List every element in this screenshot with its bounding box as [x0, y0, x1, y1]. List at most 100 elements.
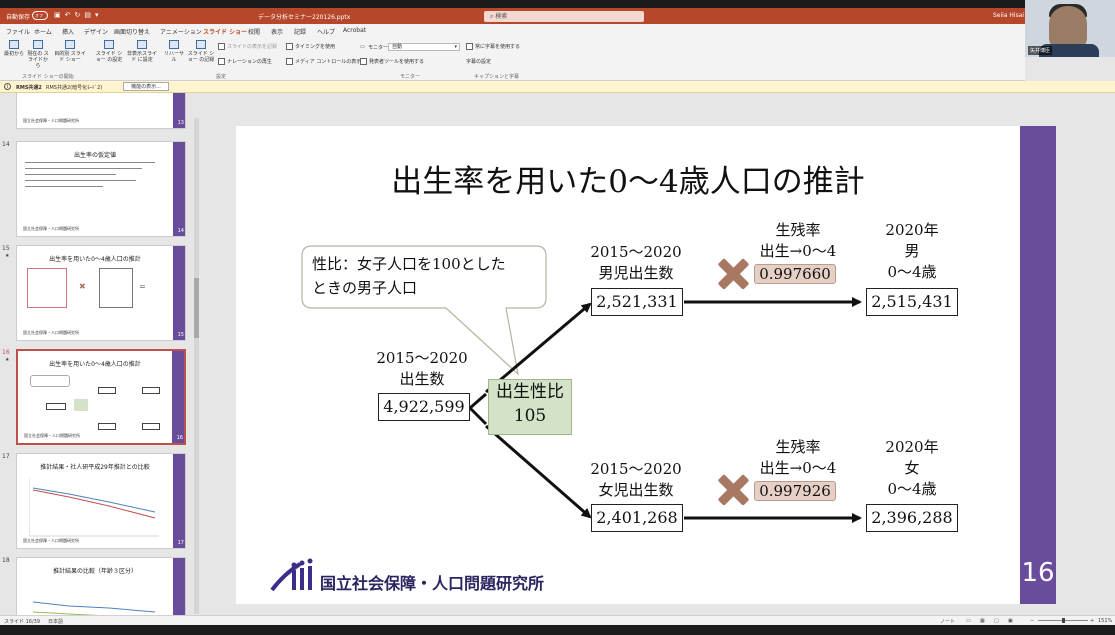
- always-subtitles-check[interactable]: 常に字幕を使用する: [466, 43, 520, 50]
- thumbnail-pane: 13 国立社会保障・人口問題研究所 14 14 出生率の仮定値 国立社会保障・人…: [0, 93, 200, 615]
- group-start-slideshow: スライド ショーの開始: [22, 74, 74, 80]
- female-result-label: 2020年 女 0〜4歳: [885, 438, 939, 498]
- title-bar: 自動保存 オフ ▣↶↻▤▾ データ分析セミナー220126.pptx ⌕ 検索 …: [0, 8, 1115, 24]
- male-births-box: 2,521,331: [591, 288, 683, 316]
- tab-acrobat[interactable]: Acrobat: [343, 27, 366, 34]
- slide-thumbnail-14[interactable]: 14 出生率の仮定値 国立社会保障・人口問題研究所: [16, 141, 186, 237]
- document-title: データ分析セミナー220126.pptx: [258, 14, 351, 21]
- monitor-icon: ▭: [360, 44, 365, 50]
- info-icon: i: [4, 83, 11, 90]
- presenter-view-check[interactable]: 発表者ツールを使用する: [360, 58, 424, 65]
- info-title: RMS共通2: [16, 85, 42, 91]
- record-icon: [196, 40, 206, 49]
- tab-help[interactable]: ヘルプ: [317, 27, 335, 36]
- record-display-check[interactable]: スライドの表示を記録: [218, 43, 277, 50]
- female-survival-rate: 0.997926: [754, 481, 836, 501]
- start-slideshow-icon[interactable]: ▤: [84, 11, 95, 19]
- from-beginning-button[interactable]: 最初から: [4, 40, 24, 57]
- thumb-number-17: 17: [2, 453, 10, 460]
- slide-sorter-icon[interactable]: ▦: [980, 618, 985, 624]
- births-label: 2015〜2020 出生数: [376, 349, 468, 388]
- slide-thumbnail-13[interactable]: 13 国立社会保障・人口問題研究所: [16, 93, 186, 129]
- tab-review[interactable]: 校閲: [248, 27, 260, 36]
- chevron-down-icon: ▾: [454, 44, 457, 50]
- hide-slide-icon: [137, 40, 147, 49]
- custom-slideshow-button[interactable]: 目的別 スライド ショー: [54, 40, 86, 63]
- tab-design[interactable]: デザイン: [84, 27, 108, 36]
- subtitle-settings-button[interactable]: 字幕の設定: [466, 58, 491, 65]
- tab-file[interactable]: ファイル: [6, 27, 30, 36]
- monitor-select[interactable]: 自動 ▾: [388, 43, 460, 51]
- slide-purple-band: [1020, 126, 1056, 604]
- setup-icon: [104, 40, 114, 49]
- user-name[interactable]: Seiia Hisai: [993, 12, 1024, 19]
- animation-star-icon: ★: [5, 253, 10, 259]
- tab-animations[interactable]: アニメーション: [160, 27, 202, 36]
- reading-view-icon[interactable]: ▢: [994, 618, 999, 624]
- tab-insert[interactable]: 挿入: [62, 27, 74, 36]
- play-icon: [9, 40, 19, 49]
- tab-transitions[interactable]: 画面切り替え: [114, 27, 150, 36]
- screen-bottom-band: [0, 625, 1115, 635]
- ribbon-tabs: ファイル ホーム 挿入 デザイン 画面切り替え アニメーション スライド ショー…: [0, 24, 1025, 38]
- language-indicator[interactable]: 日本語: [48, 618, 63, 625]
- search-placeholder: 検索: [495, 13, 508, 20]
- search-input[interactable]: ⌕ 検索: [484, 11, 644, 22]
- tab-view[interactable]: 表示: [271, 27, 283, 36]
- notes-button[interactable]: ノート: [940, 618, 955, 625]
- thumb-number-16: 16: [2, 349, 10, 356]
- show-features-button[interactable]: 機能の表示...: [123, 82, 169, 91]
- thumbnail-scrollbar[interactable]: [194, 118, 199, 614]
- save-icon[interactable]: ▣: [54, 11, 65, 19]
- slide-thumbnail-15[interactable]: 15 出生率を用いた0〜4歳人口の推計 ✖ = 国立社会保障・人口問題研究所: [16, 245, 186, 341]
- play-narrations-check[interactable]: ナレーションの再生: [218, 58, 272, 65]
- info-bar: i RMS共通2 RMS共通2(暗号化ﾓｰﾄﾞ2) 機能の表示...: [0, 81, 1115, 93]
- autosave-label: 自動保存: [6, 14, 31, 21]
- custom-show-icon: [65, 40, 75, 49]
- male-result-label: 2020年 男 0〜4歳: [885, 221, 939, 281]
- tab-home[interactable]: ホーム: [34, 27, 52, 36]
- screen-top-band: [0, 0, 1115, 8]
- female-survival-label: 生残率 出生→0〜4: [759, 438, 837, 477]
- scrollbar-handle[interactable]: [194, 278, 199, 338]
- zoom-out-icon[interactable]: −: [1030, 618, 1034, 624]
- undo-icon[interactable]: ↶: [65, 11, 75, 19]
- slide-counter: スライド 16/39: [4, 619, 40, 625]
- rehearse-button[interactable]: リハーサル: [162, 40, 186, 63]
- setup-slideshow-button[interactable]: スライド ショー の設定: [94, 40, 124, 63]
- group-monitors: モニター: [400, 74, 421, 80]
- use-timings-check[interactable]: タイミングを使用: [286, 43, 335, 50]
- slideshow-view-icon[interactable]: ▣: [1008, 618, 1013, 624]
- births-value-box: 4,922,599: [378, 393, 470, 421]
- hide-slide-button[interactable]: 非表示スライド に設定: [126, 40, 158, 63]
- from-current-button[interactable]: 現在の スライドから: [26, 40, 50, 69]
- autosave-toggle[interactable]: オフ: [32, 11, 48, 20]
- zoom-in-icon[interactable]: +: [1090, 618, 1094, 624]
- tab-record[interactable]: 記録: [294, 27, 306, 36]
- slide-canvas[interactable]: 16 出生率を用いた0〜4歳人口の推計 性比：女子人口を100とした ときの男子…: [236, 126, 1056, 604]
- zoom-slider-handle[interactable]: [1062, 618, 1065, 623]
- institution-name: 国立社会保障・人口問題研究所: [320, 574, 545, 593]
- normal-view-icon[interactable]: ▭: [966, 618, 971, 624]
- male-survival-label: 生残率 出生→0〜4: [759, 221, 837, 260]
- rehearse-icon: [169, 40, 179, 49]
- webcam-overlay: 矢井博臣: [1025, 0, 1115, 57]
- animation-star-icon: ★: [5, 357, 10, 363]
- group-captions: キャプションと字幕: [474, 74, 520, 80]
- sex-ratio-box: 出生性比 105: [488, 379, 572, 435]
- record-slideshow-button[interactable]: スライド ショー の記録: [186, 40, 216, 63]
- ipss-logo-icon: [270, 558, 313, 592]
- slide-thumbnail-17[interactable]: 17 推計結果・社人研平成29年推計との比較 国立社会保障・人口問題研究所: [16, 453, 186, 549]
- redo-icon[interactable]: ↻: [75, 11, 85, 19]
- male-result-box: 2,515,431: [866, 288, 958, 316]
- quick-access-toolbar[interactable]: ▣↶↻▤▾: [54, 11, 103, 19]
- media-controls-check[interactable]: メディア コントロールの表示: [286, 58, 361, 65]
- thumb-number-15: 15: [2, 245, 10, 252]
- status-bar: スライド 16/39 日本語 ノート ▭ ▦ ▢ ▣ − + 151%: [0, 615, 1115, 625]
- zoom-level[interactable]: 151%: [1098, 618, 1112, 624]
- slide-thumbnail-16-selected[interactable]: 16 出生率を用いた0〜4歳人口の推計 国立社会保障・人口問題研究所: [16, 349, 186, 445]
- slide-page-number: 16: [1021, 558, 1055, 588]
- slide-thumbnail-18[interactable]: 推計結果の比較（年齢３区分）: [16, 557, 186, 615]
- customize-qat-icon[interactable]: ▾: [95, 11, 103, 19]
- powerpoint-window: 自動保存 オフ ▣↶↻▤▾ データ分析セミナー220126.pptx ⌕ 検索 …: [0, 0, 1115, 635]
